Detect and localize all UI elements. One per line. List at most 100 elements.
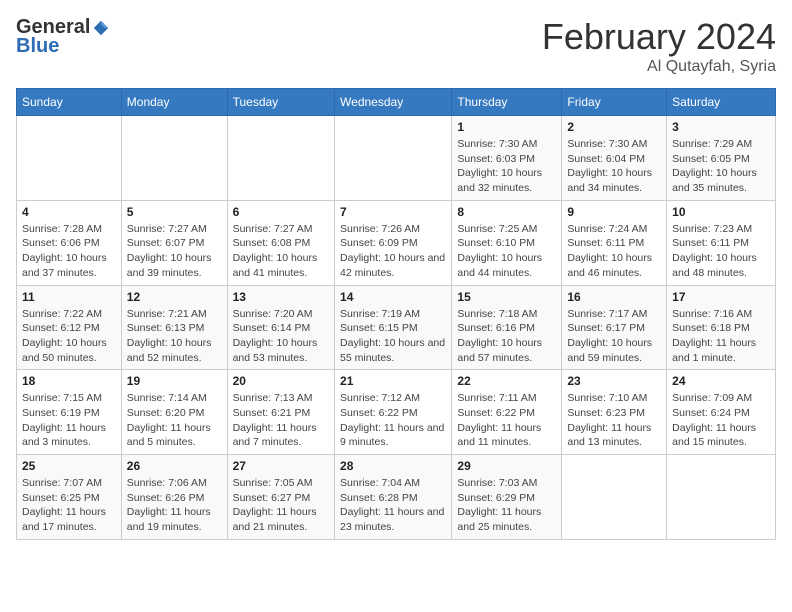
day-info: Sunrise: 7:04 AM Sunset: 6:28 PM Dayligh…	[340, 476, 446, 535]
day-number: 27	[233, 459, 329, 473]
calendar-cell: 24 Sunrise: 7:09 AM Sunset: 6:24 PM Dayli…	[667, 370, 776, 455]
title-block: February 2024 Al Qutayfah, Syria	[542, 16, 776, 76]
day-info: Sunrise: 7:16 AM Sunset: 6:18 PM Dayligh…	[672, 307, 770, 366]
day-info: Sunrise: 7:03 AM Sunset: 6:29 PM Dayligh…	[457, 476, 556, 535]
calendar-cell: 18 Sunrise: 7:15 AM Sunset: 6:19 PM Dayli…	[17, 370, 122, 455]
day-info: Sunrise: 7:05 AM Sunset: 6:27 PM Dayligh…	[233, 476, 329, 535]
calendar-cell: 8 Sunrise: 7:25 AM Sunset: 6:10 PM Daylig…	[452, 200, 562, 285]
day-info: Sunrise: 7:12 AM Sunset: 6:22 PM Dayligh…	[340, 391, 446, 450]
day-info: Sunrise: 7:22 AM Sunset: 6:12 PM Dayligh…	[22, 307, 116, 366]
day-number: 19	[127, 374, 222, 388]
day-number: 16	[567, 290, 661, 304]
day-info: Sunrise: 7:07 AM Sunset: 6:25 PM Dayligh…	[22, 476, 116, 535]
day-number: 12	[127, 290, 222, 304]
calendar-cell	[17, 116, 122, 201]
page-header: General Blue February 2024 Al Qutayfah, …	[16, 16, 776, 76]
day-header-wednesday: Wednesday	[335, 89, 452, 116]
calendar-cell	[227, 116, 334, 201]
day-number: 15	[457, 290, 556, 304]
day-number: 20	[233, 374, 329, 388]
day-info: Sunrise: 7:25 AM Sunset: 6:10 PM Dayligh…	[457, 222, 556, 281]
day-number: 18	[22, 374, 116, 388]
calendar-cell: 26 Sunrise: 7:06 AM Sunset: 6:26 PM Dayli…	[121, 455, 227, 540]
calendar-cell: 4Sunrise: 7:28 AM Sunset: 6:06 PM Daylig…	[17, 200, 122, 285]
day-number: 3	[672, 120, 770, 134]
day-info: Sunrise: 7:13 AM Sunset: 6:21 PM Dayligh…	[233, 391, 329, 450]
day-number: 9	[567, 205, 661, 219]
day-number: 11	[22, 290, 116, 304]
month-title: February 2024	[542, 16, 776, 58]
day-number: 10	[672, 205, 770, 219]
calendar-cell	[562, 455, 667, 540]
calendar-cell: 1Sunrise: 7:30 AM Sunset: 6:03 PM Daylig…	[452, 116, 562, 201]
week-row-1: 1Sunrise: 7:30 AM Sunset: 6:03 PM Daylig…	[17, 116, 776, 201]
calendar-cell	[121, 116, 227, 201]
calendar-cell: 15 Sunrise: 7:18 AM Sunset: 6:16 PM Dayli…	[452, 285, 562, 370]
day-info: Sunrise: 7:06 AM Sunset: 6:26 PM Dayligh…	[127, 476, 222, 535]
calendar-cell: 23 Sunrise: 7:10 AM Sunset: 6:23 PM Dayli…	[562, 370, 667, 455]
day-info: Sunrise: 7:28 AM Sunset: 6:06 PM Dayligh…	[22, 222, 116, 281]
day-number: 2	[567, 120, 661, 134]
day-header-sunday: Sunday	[17, 89, 122, 116]
day-number: 26	[127, 459, 222, 473]
calendar-cell: 28 Sunrise: 7:04 AM Sunset: 6:28 PM Dayli…	[335, 455, 452, 540]
day-number: 17	[672, 290, 770, 304]
day-number: 29	[457, 459, 556, 473]
week-row-5: 25 Sunrise: 7:07 AM Sunset: 6:25 PM Dayli…	[17, 455, 776, 540]
calendar-header-row: SundayMondayTuesdayWednesdayThursdayFrid…	[17, 89, 776, 116]
calendar-cell: 12 Sunrise: 7:21 AM Sunset: 6:13 PM Dayli…	[121, 285, 227, 370]
day-info: Sunrise: 7:14 AM Sunset: 6:20 PM Dayligh…	[127, 391, 222, 450]
day-info: Sunrise: 7:18 AM Sunset: 6:16 PM Dayligh…	[457, 307, 556, 366]
day-number: 5	[127, 205, 222, 219]
week-row-2: 4Sunrise: 7:28 AM Sunset: 6:06 PM Daylig…	[17, 200, 776, 285]
week-row-4: 18 Sunrise: 7:15 AM Sunset: 6:19 PM Dayli…	[17, 370, 776, 455]
calendar-cell	[667, 455, 776, 540]
day-number: 22	[457, 374, 556, 388]
week-row-3: 11 Sunrise: 7:22 AM Sunset: 6:12 PM Dayli…	[17, 285, 776, 370]
logo-icon	[92, 19, 110, 37]
day-header-tuesday: Tuesday	[227, 89, 334, 116]
day-info: Sunrise: 7:15 AM Sunset: 6:19 PM Dayligh…	[22, 391, 116, 450]
day-number: 14	[340, 290, 446, 304]
day-number: 25	[22, 459, 116, 473]
calendar-cell: 17 Sunrise: 7:16 AM Sunset: 6:18 PM Dayli…	[667, 285, 776, 370]
day-number: 28	[340, 459, 446, 473]
day-info: Sunrise: 7:21 AM Sunset: 6:13 PM Dayligh…	[127, 307, 222, 366]
day-info: Sunrise: 7:26 AM Sunset: 6:09 PM Dayligh…	[340, 222, 446, 281]
calendar-cell: 21 Sunrise: 7:12 AM Sunset: 6:22 PM Dayli…	[335, 370, 452, 455]
day-info: Sunrise: 7:09 AM Sunset: 6:24 PM Dayligh…	[672, 391, 770, 450]
calendar-cell: 7 Sunrise: 7:26 AM Sunset: 6:09 PM Daylig…	[335, 200, 452, 285]
calendar-cell: 3 Sunrise: 7:29 AM Sunset: 6:05 PM Daylig…	[667, 116, 776, 201]
day-header-friday: Friday	[562, 89, 667, 116]
day-number: 7	[340, 205, 446, 219]
day-number: 21	[340, 374, 446, 388]
calendar-cell: 27 Sunrise: 7:05 AM Sunset: 6:27 PM Dayli…	[227, 455, 334, 540]
day-header-saturday: Saturday	[667, 89, 776, 116]
calendar-cell: 20 Sunrise: 7:13 AM Sunset: 6:21 PM Dayli…	[227, 370, 334, 455]
day-number: 23	[567, 374, 661, 388]
day-info: Sunrise: 7:11 AM Sunset: 6:22 PM Dayligh…	[457, 391, 556, 450]
logo: General Blue	[16, 16, 110, 58]
calendar-cell: 25 Sunrise: 7:07 AM Sunset: 6:25 PM Dayli…	[17, 455, 122, 540]
calendar-table: SundayMondayTuesdayWednesdayThursdayFrid…	[16, 88, 776, 540]
day-info: Sunrise: 7:27 AM Sunset: 6:07 PM Dayligh…	[127, 222, 222, 281]
day-number: 24	[672, 374, 770, 388]
calendar-cell: 10 Sunrise: 7:23 AM Sunset: 6:11 PM Dayli…	[667, 200, 776, 285]
calendar-cell	[335, 116, 452, 201]
day-info: Sunrise: 7:30 AM Sunset: 6:04 PM Dayligh…	[567, 137, 661, 196]
day-number: 13	[233, 290, 329, 304]
day-info: Sunrise: 7:29 AM Sunset: 6:05 PM Dayligh…	[672, 137, 770, 196]
calendar-cell: 22 Sunrise: 7:11 AM Sunset: 6:22 PM Dayli…	[452, 370, 562, 455]
calendar-cell: 5 Sunrise: 7:27 AM Sunset: 6:07 PM Daylig…	[121, 200, 227, 285]
day-number: 8	[457, 205, 556, 219]
day-info: Sunrise: 7:23 AM Sunset: 6:11 PM Dayligh…	[672, 222, 770, 281]
calendar-cell: 2 Sunrise: 7:30 AM Sunset: 6:04 PM Daylig…	[562, 116, 667, 201]
day-header-thursday: Thursday	[452, 89, 562, 116]
day-info: Sunrise: 7:10 AM Sunset: 6:23 PM Dayligh…	[567, 391, 661, 450]
day-info: Sunrise: 7:19 AM Sunset: 6:15 PM Dayligh…	[340, 307, 446, 366]
day-info: Sunrise: 7:24 AM Sunset: 6:11 PM Dayligh…	[567, 222, 661, 281]
calendar-cell: 9 Sunrise: 7:24 AM Sunset: 6:11 PM Daylig…	[562, 200, 667, 285]
location-text: Al Qutayfah, Syria	[542, 58, 776, 76]
calendar-cell: 13 Sunrise: 7:20 AM Sunset: 6:14 PM Dayli…	[227, 285, 334, 370]
day-info: Sunrise: 7:20 AM Sunset: 6:14 PM Dayligh…	[233, 307, 329, 366]
